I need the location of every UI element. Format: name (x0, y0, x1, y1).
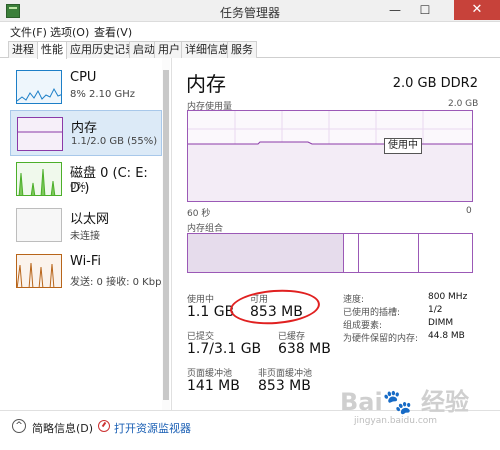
form-factor-value: DIMM (428, 318, 454, 328)
sidebar-item-ethernet[interactable]: 以太网 未连接 (10, 202, 162, 248)
composition-divider (418, 234, 419, 272)
page-title: 内存 (186, 72, 226, 96)
baidu-watermark: Bai🐾 经验 jingyan.baidu.com (340, 382, 490, 432)
resource-list: CPU 8% 2.10 GHz 内存 1.1/2.0 GB (55%) 磁盘 0… (0, 58, 172, 410)
tab-performance[interactable]: 性能 (37, 41, 67, 59)
tab-users[interactable]: 用户 (154, 41, 184, 58)
tab-services[interactable]: 服务 (227, 41, 257, 58)
menu-view[interactable]: 查看(V) (94, 24, 132, 40)
open-resource-monitor-link[interactable]: 打开资源监视器 (114, 420, 191, 436)
fewer-details-button[interactable]: 简略信息(D) (32, 420, 93, 436)
hardware-reserved-value: 44.8 MB (428, 331, 465, 341)
time-axis-right: 0 (466, 206, 472, 216)
composition-divider (358, 234, 359, 272)
sidebar-item-label: Wi-Fi (70, 254, 102, 269)
menu-options[interactable]: 选项(O) (50, 24, 89, 40)
minimize-button[interactable]: — (380, 0, 410, 20)
time-axis-left: 60 秒 (187, 209, 211, 219)
usage-tooltip: 使用中 (384, 138, 422, 154)
nonpaged-pool-value: 853 MB (258, 378, 311, 394)
menu-file[interactable]: 文件(F) (10, 24, 47, 40)
disk-thumbnail-graph (16, 162, 62, 196)
cached-value: 638 MB (278, 341, 331, 357)
usage-graph-max: 2.0 GB (448, 99, 479, 109)
sidebar-scrollbar-thumb[interactable] (163, 70, 169, 400)
sidebar-item-cpu[interactable]: CPU 8% 2.10 GHz (10, 64, 162, 110)
form-factor-label: 组成要素: (343, 321, 383, 331)
sidebar-item-sub: 发送: 0 接收: 0 Kbps (70, 277, 167, 288)
hardware-reserved-label: 为硬件保留的内存: (343, 334, 419, 344)
resource-monitor-icon[interactable] (98, 420, 110, 432)
memory-panel: 内存 2.0 GB DDR2 内存使用量 2.0 GB 使用中 60 秒 0 内… (176, 58, 500, 410)
sidebar-item-label: 以太网 (70, 212, 110, 227)
in-use-value: 1.1 GB (187, 304, 235, 320)
slots-label: 已使用的插槽: (343, 308, 401, 318)
sidebar-item-label: 内存 (71, 121, 98, 136)
speed-value: 800 MHz (428, 292, 468, 302)
slots-value: 1/2 (428, 305, 443, 315)
sidebar-item-wifi[interactable]: Wi-Fi 发送: 0 接收: 0 Kbps (10, 248, 167, 294)
speed-label: 速度: (343, 295, 365, 305)
paged-pool-value: 141 MB (187, 378, 240, 394)
tab-processes[interactable]: 进程 (8, 41, 38, 58)
sidebar-item-memory[interactable]: 内存 1.1/2.0 GB (55%) (10, 110, 162, 156)
sidebar-item-sub: 0% (70, 181, 86, 192)
memory-composition-graph[interactable] (187, 233, 473, 273)
title-bar: 任务管理器 — ☐ ✕ (0, 0, 500, 22)
tab-bar: 进程 性能 应用历史记录 启动 用户 详细信息 服务 (0, 40, 500, 59)
maximize-button[interactable]: ☐ (410, 0, 440, 20)
tab-details[interactable]: 详细信息 (181, 41, 233, 58)
close-button[interactable]: ✕ (454, 0, 500, 20)
memory-thumbnail-graph (17, 117, 63, 151)
memory-usage-graph[interactable] (187, 110, 473, 202)
sidebar-item-sub: 未连接 (70, 231, 100, 242)
chevron-up-icon[interactable]: ^ (12, 419, 26, 433)
sidebar-item-sub: 1.1/2.0 GB (55%) (71, 136, 158, 147)
wifi-thumbnail-graph (16, 254, 62, 288)
committed-value: 1.7/3.1 GB (187, 341, 262, 357)
highlight-ellipse (228, 286, 322, 328)
sidebar-item-label: CPU (70, 70, 97, 85)
ethernet-thumbnail-graph (16, 208, 62, 242)
composition-in-use (188, 234, 345, 272)
watermark-url: jingyan.baidu.com (354, 416, 438, 426)
cpu-thumbnail-graph (16, 70, 62, 104)
sidebar-item-disk[interactable]: 磁盘 0 (C: E: D:) 0% (10, 156, 162, 202)
menu-bar: 文件(F) 选项(O) 查看(V) (0, 22, 500, 40)
watermark-logo: Bai🐾 经验 (340, 388, 469, 416)
memory-spec: 2.0 GB DDR2 (392, 76, 478, 91)
sidebar-item-sub: 8% 2.10 GHz (70, 89, 136, 100)
